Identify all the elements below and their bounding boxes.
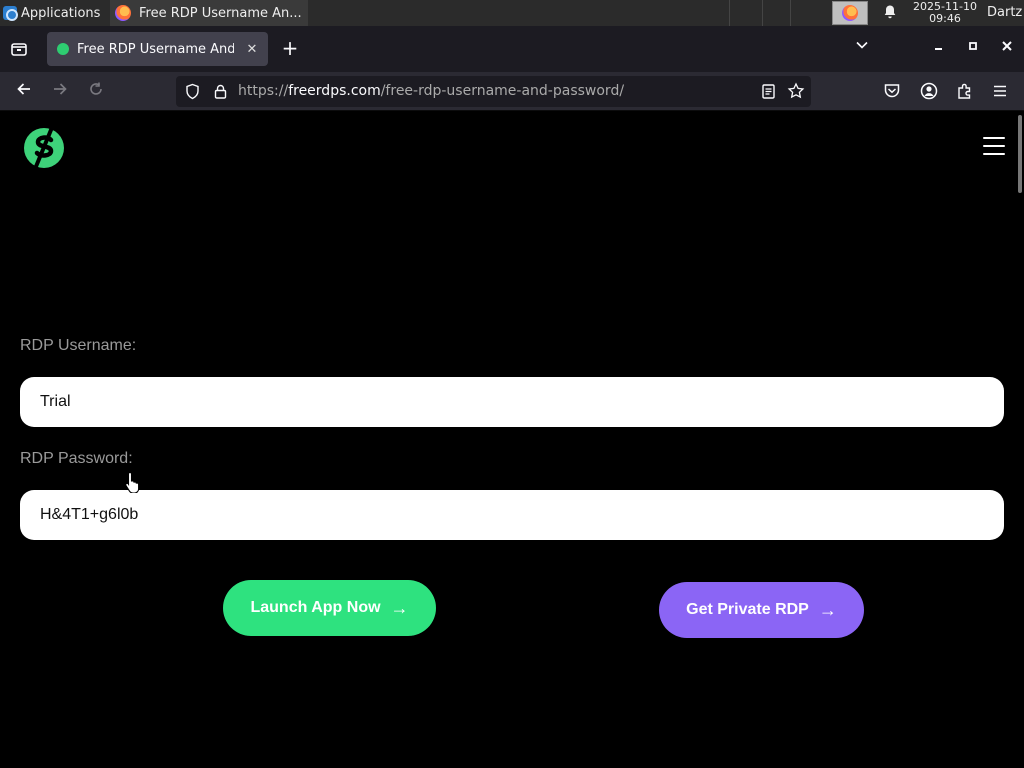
taskbar-separator (762, 0, 763, 26)
taskbar-window-title: Free RDP Username An... (139, 5, 302, 21)
get-private-rdp-label: Get Private RDP (686, 601, 809, 618)
account-icon[interactable] (919, 81, 939, 101)
pocket-icon[interactable] (882, 81, 902, 101)
app-menu-icon[interactable] (990, 81, 1010, 101)
minimize-window-button[interactable] (928, 38, 950, 60)
extensions-icon[interactable] (955, 81, 975, 101)
lock-icon[interactable] (212, 83, 229, 100)
clock[interactable]: 2025-11-10 09:46 (908, 1, 982, 25)
rdp-username-label: RDP Username: (20, 337, 137, 354)
taskbar-separator (790, 0, 791, 26)
shield-icon[interactable] (184, 83, 201, 100)
rdp-password-label: RDP Password: (20, 450, 133, 467)
bell-icon[interactable] (881, 4, 899, 22)
clock-time: 09:46 (929, 12, 961, 25)
taskbar-window-button[interactable]: Free RDP Username An... (110, 0, 308, 26)
tab-title: Free RDP Username And Password (77, 41, 234, 57)
hand-pointer-cursor-icon (124, 471, 142, 494)
hamburger-menu-icon[interactable] (983, 137, 1005, 155)
os-taskbar: Applications Free RDP Username An... 202… (0, 0, 1024, 26)
tab-close-icon[interactable]: ✕ (242, 42, 262, 57)
site-favicon-icon (57, 43, 69, 55)
browser-tab-strip: Free RDP Username And Password ✕ + (0, 26, 1024, 72)
forward-button[interactable] (48, 80, 72, 104)
xfce-logo-icon (3, 6, 18, 21)
reader-view-icon[interactable] (760, 83, 777, 100)
url-prefix: https:// (238, 83, 289, 99)
arrow-right-icon: → (818, 599, 837, 620)
maximize-window-button[interactable] (962, 38, 984, 60)
web-page: RDP Username: RDP Password: Launch App N… (0, 111, 1024, 768)
url-path: /free-rdp-username-and-password/ (380, 83, 625, 99)
list-all-tabs-icon[interactable] (852, 38, 872, 58)
applications-menu[interactable]: Applications (0, 0, 100, 26)
arrow-right-icon: → (390, 597, 409, 618)
launch-app-now-button[interactable]: Launch App Now → (223, 580, 436, 636)
url-text[interactable]: https://freerdps.com/free-rdp-username-a… (238, 76, 624, 107)
rdp-password-field[interactable] (20, 490, 1004, 540)
rdp-username-field[interactable] (20, 377, 1004, 427)
firefox-icon (115, 5, 131, 21)
firefox-view-icon[interactable] (8, 38, 30, 60)
star-icon[interactable] (787, 82, 805, 100)
browser-tab-active[interactable]: Free RDP Username And Password ✕ (47, 32, 268, 66)
user-menu[interactable]: Dartz (987, 0, 1022, 26)
applications-label: Applications (21, 5, 101, 21)
back-button[interactable] (12, 80, 36, 104)
get-private-rdp-button[interactable]: Get Private RDP → (659, 582, 864, 638)
new-tab-button[interactable]: + (279, 37, 301, 59)
launch-app-now-label: Launch App Now (250, 599, 381, 616)
taskbar-separator (729, 0, 730, 26)
reload-button[interactable] (84, 80, 108, 104)
page-scrollbar[interactable] (1018, 115, 1022, 193)
address-bar[interactable]: https://freerdps.com/free-rdp-username-a… (176, 76, 811, 107)
site-logo[interactable] (22, 123, 68, 171)
tray-firefox-button[interactable] (832, 1, 868, 25)
url-domain: freerdps.com (288, 83, 381, 99)
close-window-button[interactable] (996, 38, 1018, 60)
browser-navigation-toolbar: https://freerdps.com/free-rdp-username-a… (0, 72, 1024, 111)
firefox-icon (842, 5, 858, 21)
